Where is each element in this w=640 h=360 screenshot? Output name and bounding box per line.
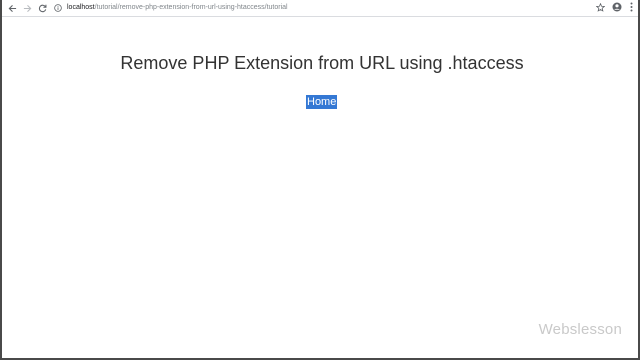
- page-content: Remove PHP Extension from URL using .hta…: [2, 17, 638, 358]
- arrow-left-icon: [8, 4, 17, 13]
- url-path: /tutorial/remove-php-extension-from-url-…: [94, 4, 288, 11]
- account-button[interactable]: [611, 0, 623, 16]
- star-icon: [595, 0, 605, 17]
- info-icon[interactable]: [52, 2, 64, 14]
- url-text: localhost/tutorial/remove-php-extension-…: [67, 1, 288, 14]
- url-host: localhost: [67, 4, 95, 11]
- watermark: Webslesson: [538, 321, 622, 338]
- address-bar[interactable]: localhost/tutorial/remove-php-extension-…: [52, 1, 592, 14]
- arrow-right-icon: [23, 4, 32, 13]
- browser-window: localhost/tutorial/remove-php-extension-…: [0, 0, 640, 360]
- browser-menu-button[interactable]: [626, 0, 636, 16]
- home-link[interactable]: Home: [306, 95, 338, 109]
- page-title: Remove PHP Extension from URL using .hta…: [120, 53, 524, 73]
- bookmark-button[interactable]: [594, 0, 606, 16]
- reload-button[interactable]: [35, 0, 49, 16]
- reload-icon: [38, 4, 47, 13]
- account-icon: [612, 0, 622, 17]
- forward-button[interactable]: [20, 0, 34, 16]
- browser-toolbar: localhost/tutorial/remove-php-extension-…: [2, 0, 638, 17]
- back-button[interactable]: [5, 0, 19, 16]
- kebab-menu-icon: [630, 0, 633, 17]
